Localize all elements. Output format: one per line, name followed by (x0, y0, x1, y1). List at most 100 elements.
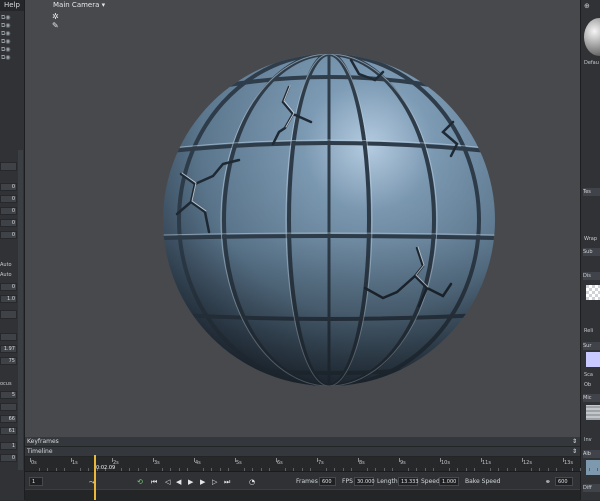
ruler-minor-tick (580, 468, 582, 471)
left-field-0[interactable]: 0 (0, 183, 17, 191)
ruler-minor-tick (367, 468, 369, 471)
left-field-4[interactable]: 0 (0, 231, 17, 239)
ruler-tick-5s: 5s (235, 458, 242, 466)
playhead[interactable] (94, 455, 96, 500)
ruler-minor-tick (506, 468, 508, 471)
light-icon[interactable]: ✎ (52, 21, 59, 30)
left-properties-panel: Help ⧉◉ ⧉◉ ⧉◉ ⧉◉ ⧉◉ ⧉◉ 0 0 0 0 0 Auto Auto 0 … (0, 0, 25, 500)
left-field-14[interactable]: 5 (0, 391, 17, 399)
displacement-map-slot[interactable] (586, 285, 600, 300)
viewport-tools: ✲ ✎ (52, 12, 59, 30)
speed-label: Speed (421, 478, 440, 485)
material-thumbnail[interactable] (584, 18, 600, 56)
link-icon[interactable]: ⚭ (545, 476, 551, 488)
ruler-minor-tick (309, 468, 311, 471)
ruler-minor-tick (547, 468, 549, 471)
expand-icon[interactable]: ⇕ (572, 447, 577, 456)
menu-help[interactable]: Help (0, 0, 24, 11)
ruler-tick-8s: 8s (358, 458, 365, 466)
timeline-bar[interactable]: Timeline ⇕ (25, 447, 580, 457)
ruler-minor-tick (227, 468, 229, 471)
step-forward-icon[interactable]: ▷ (212, 476, 217, 488)
ruler-minor-tick (350, 468, 352, 471)
surface-map-slot[interactable] (586, 352, 600, 367)
play-icon[interactable]: ▶ (188, 476, 193, 488)
section-surface[interactable]: Sur (583, 342, 600, 350)
ruler-minor-tick (408, 468, 410, 471)
gear-icon[interactable]: ✲ (52, 12, 59, 21)
keyframes-bar[interactable]: Keyframes ⇕ (25, 437, 580, 447)
ruler-minor-tick (334, 468, 336, 471)
ruler-minor-tick (473, 468, 475, 471)
frames-label: Frames (296, 478, 318, 485)
ruler-minor-tick (490, 468, 492, 471)
loop-toggle-icon[interactable]: ⟲ (137, 476, 143, 488)
ruler-minor-tick (391, 468, 393, 471)
ruler-minor-tick (424, 468, 426, 471)
keyframes-label: Keyframes (27, 438, 59, 445)
ruler-minor-tick (39, 468, 41, 471)
ruler-minor-tick (416, 468, 418, 471)
section-texture[interactable]: Tes (583, 188, 600, 196)
wrap-label: Wrap (584, 236, 598, 242)
ruler-tick-9s: 9s (399, 458, 406, 466)
ruler-minor-tick (268, 468, 270, 471)
ruler-minor-tick (129, 468, 131, 471)
ruler-minor-tick (383, 468, 385, 471)
ruler-minor-tick (55, 468, 57, 471)
left-scrollbar[interactable] (18, 150, 23, 470)
collapse-icon[interactable]: ⇕ (572, 437, 577, 446)
ruler-minor-tick (572, 468, 574, 471)
record-icon[interactable]: ◔ (249, 476, 255, 488)
left-field-11[interactable]: 1.97 (0, 345, 17, 353)
ruler-minor-tick (211, 468, 213, 471)
section-subdivision[interactable]: Sub (583, 248, 600, 256)
end-frame-field[interactable]: 600 (555, 477, 573, 486)
layer-visibility-icons[interactable]: ⧉◉ ⧉◉ ⧉◉ ⧉◉ ⧉◉ ⧉◉ (1, 14, 23, 62)
left-field-7[interactable]: 0 (0, 283, 17, 291)
ruler-minor-tick (63, 468, 65, 471)
section-displacement[interactable]: Dis (583, 272, 600, 280)
left-field-17[interactable]: 61 (0, 427, 17, 435)
viewport-3d[interactable]: Main Camera ▾ ✲ ✎ (25, 0, 580, 437)
ruler-minor-tick (293, 468, 295, 471)
ruler-minor-tick (326, 468, 328, 471)
ruler-minor-tick (178, 468, 180, 471)
keyframe-track[interactable] (25, 489, 580, 501)
left-field-10[interactable] (0, 333, 17, 341)
skip-start-icon[interactable]: ⏮ (151, 476, 157, 488)
right-material-panel: ⊕ Defau Tes Wrap Sub Dis Reli Sur Sca Ob… (580, 0, 600, 500)
ruler-minor-tick (498, 468, 500, 471)
fps-field[interactable]: 30.000 (354, 477, 375, 486)
material-name: Defau (584, 60, 599, 66)
left-field-18[interactable]: 1 (0, 442, 17, 450)
speed-field[interactable]: 1.000 (439, 477, 459, 486)
play-forward-icon[interactable]: ▶ (200, 476, 205, 488)
left-field-2[interactable]: 0 (0, 207, 17, 215)
current-frame-field[interactable]: 1 (29, 477, 43, 486)
left-field-3[interactable]: 0 (0, 219, 17, 227)
chevron-down-icon: ▾ (101, 1, 106, 9)
left-field-8[interactable]: 1.0 (0, 295, 17, 303)
section-microsurface[interactable]: Mic (583, 394, 600, 402)
add-material-icon[interactable]: ⊕ (584, 2, 590, 10)
section-diffusion[interactable]: Diff (583, 484, 600, 492)
left-field-15[interactable] (0, 403, 17, 411)
left-field-12[interactable]: 75 (0, 357, 17, 365)
left-field-16[interactable]: 66 (0, 415, 17, 423)
ruler-minor-tick (301, 468, 303, 471)
ruler-minor-tick (596, 468, 598, 471)
play-reverse-icon[interactable]: ◀ (176, 476, 181, 488)
ruler-minor-tick (203, 468, 205, 471)
camera-selector[interactable]: Main Camera ▾ (53, 1, 105, 9)
left-field-1[interactable]: 0 (0, 195, 17, 203)
step-back-icon[interactable]: ◁ (165, 476, 170, 488)
left-field-19[interactable]: 0 (0, 454, 17, 462)
frames-field[interactable]: 600 (319, 477, 336, 486)
ruler-minor-tick (162, 468, 164, 471)
skip-end-icon[interactable]: ⏭ (224, 476, 230, 488)
microsurface-map-slot[interactable] (586, 405, 600, 420)
section-albedo[interactable]: Alb (583, 450, 600, 458)
length-field[interactable]: 13.333 (398, 477, 419, 486)
current-time-readout: 0:02.09 (96, 465, 116, 471)
